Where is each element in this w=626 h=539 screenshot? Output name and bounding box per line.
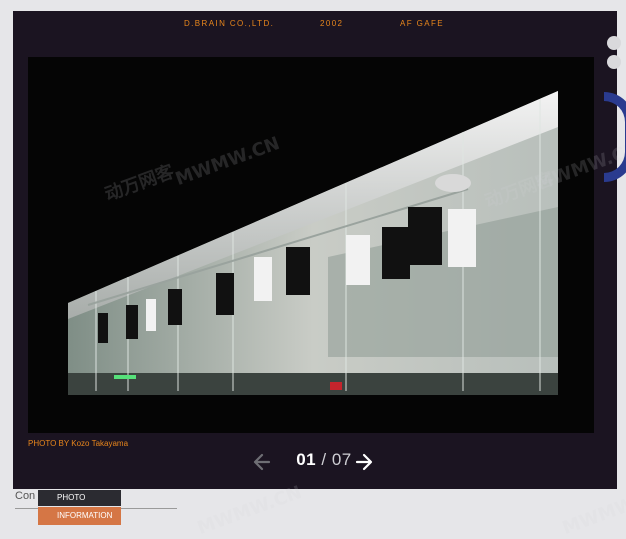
menu-item-information[interactable]: INFORMATION [38,507,121,525]
slide-separator: / [321,450,327,469]
menu-item-photo[interactable]: PHOTO [38,490,121,506]
side-arc-decoration [604,92,626,182]
photo-credit: PHOTO BY Kozo Takayama [28,439,129,448]
watermark-bottom: MWMW.CN [194,481,305,539]
current-slide: 01 [296,450,317,469]
content-label: Con [15,490,36,502]
arrow-right-icon [355,453,373,471]
company-name: D.BRAIN CO.,LTD. [184,19,275,28]
total-slides: 07 [331,450,352,469]
project-year: 2002 [320,19,344,28]
project-name: AF GAFE [400,19,445,28]
side-decoration [607,36,621,74]
previous-arrow[interactable] [252,452,272,472]
dot-icon [607,36,621,50]
dot-icon [607,55,621,69]
next-arrow[interactable] [354,452,374,472]
photo-viewer: D.BRAIN CO.,LTD. 2002 AF GAFE PHOTO BY K… [13,11,626,489]
storefront-photo [28,57,594,433]
watermark-bottom-right: MWMW.CN [559,481,626,539]
arrow-left-icon [253,453,271,471]
